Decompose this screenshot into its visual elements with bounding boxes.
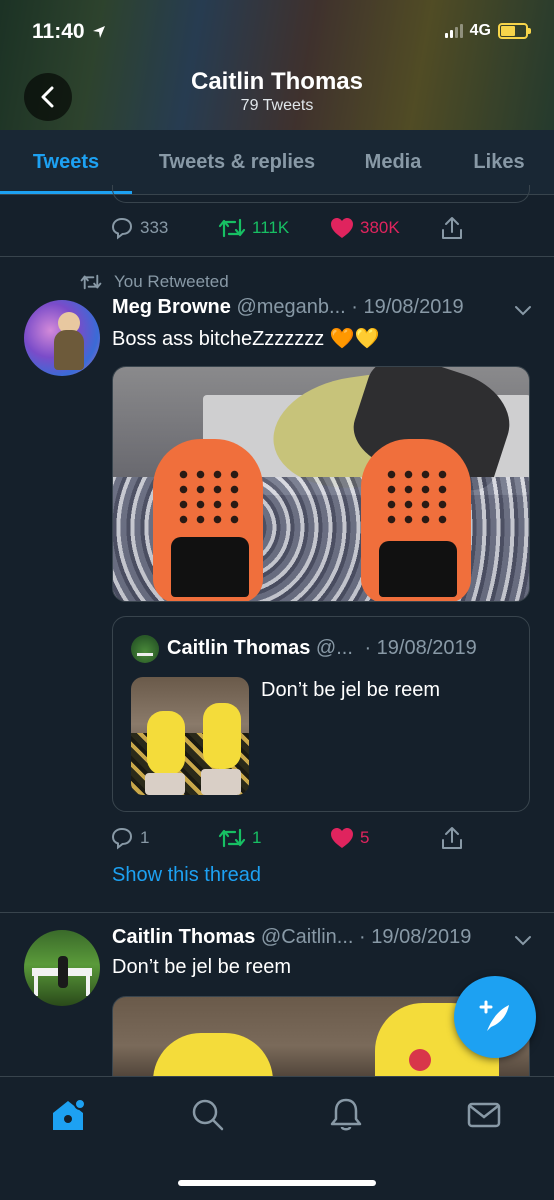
tweet-date: · 19/08/2019: [359, 926, 472, 948]
like-count: 380K: [360, 218, 400, 237]
chevron-down-icon[interactable]: [514, 304, 532, 316]
author-name[interactable]: Meg Browne: [112, 296, 231, 318]
nav-home[interactable]: [48, 1095, 88, 1135]
retweet-context: You Retweeted: [80, 272, 229, 292]
quote-header: Caitlin Thomas @... · 19/08/2019: [167, 637, 477, 660]
network-label: 4G: [469, 22, 491, 39]
show-thread-link[interactable]: Show this thread: [112, 864, 261, 887]
tweet-actions: 333 111K 380K: [110, 215, 464, 241]
retweet-count: 111K: [252, 218, 290, 237]
tweet-header: Meg Browne @meganb... · 19/08/2019: [112, 296, 464, 319]
reply-icon: [111, 827, 133, 850]
reply-icon: [111, 217, 133, 240]
share-button[interactable]: [440, 215, 464, 241]
reply-button[interactable]: 1: [110, 826, 218, 850]
nav-search[interactable]: [188, 1095, 228, 1135]
reply-button[interactable]: 333: [110, 216, 218, 240]
status-indicators: 4G: [444, 22, 531, 40]
quoted-tweet[interactable]: Caitlin Thomas @... · 19/08/2019 Don’t b…: [112, 616, 530, 812]
avatar[interactable]: [24, 930, 100, 1006]
previous-card-edge: [112, 185, 530, 203]
like-button[interactable]: 380K: [330, 217, 440, 239]
author-handle: @meganb...: [236, 296, 346, 318]
nav-messages[interactable]: [464, 1095, 504, 1135]
quote-author-handle: @...: [315, 637, 353, 659]
retweet-button[interactable]: 1: [218, 827, 330, 849]
search-icon: [192, 1099, 224, 1131]
tweet-count: 79 Tweets: [240, 97, 314, 114]
tweet-divider: [0, 912, 554, 913]
quote-date: · 19/08/2019: [364, 637, 477, 659]
share-button[interactable]: [440, 825, 464, 851]
quote-avatar: [131, 635, 159, 663]
tweet-text: Boss ass bitcheZzzzzzz 🧡💛: [112, 328, 380, 350]
quote-author-name: Caitlin Thomas: [167, 637, 311, 659]
heart-icon: [331, 828, 353, 848]
reply-count: 333: [140, 218, 169, 237]
author-handle: @Caitlin...: [260, 926, 354, 948]
compose-icon: [479, 1000, 509, 1031]
compose-button[interactable]: [454, 976, 536, 1058]
retweet-icon: [218, 828, 246, 848]
share-icon: [442, 217, 462, 239]
home-icon: [53, 1098, 86, 1130]
battery-icon: [498, 23, 531, 39]
chevron-down-icon[interactable]: [514, 934, 532, 946]
like-button[interactable]: 5: [330, 827, 440, 849]
tweet-actions: 1 1 5: [110, 825, 464, 851]
reply-count: 1: [140, 828, 150, 847]
retweet-label: You Retweeted: [114, 272, 229, 291]
signal-icon: [444, 24, 463, 38]
retweet-icon: [80, 274, 102, 290]
tweet-divider: [0, 256, 554, 257]
retweet-count: 1: [252, 828, 262, 847]
author-name[interactable]: Caitlin Thomas: [112, 926, 255, 948]
retweet-button[interactable]: 111K: [218, 217, 330, 239]
tweet-text: Don’t be jel be reem: [112, 956, 291, 978]
location-arrow-icon: [93, 26, 106, 39]
profile-header: 11:40 4G Caitlin Thomas 79 Tweets: [0, 0, 554, 130]
tweet-image[interactable]: [112, 366, 530, 602]
quote-image: [131, 677, 249, 795]
heart-icon: [331, 218, 353, 238]
page-title: Caitlin Thomas: [190, 68, 364, 95]
avatar[interactable]: [24, 300, 100, 376]
tweet-header: Caitlin Thomas @Caitlin... · 19/08/2019: [112, 926, 471, 949]
home-indicator: [178, 1180, 376, 1186]
mail-icon: [467, 1102, 501, 1128]
share-icon: [442, 827, 462, 849]
tweet-date: · 19/08/2019: [351, 296, 464, 318]
nav-notifications[interactable]: [326, 1095, 366, 1135]
status-time: 11:40: [32, 20, 106, 44]
like-count: 5: [360, 828, 370, 847]
bell-icon: [330, 1098, 362, 1131]
retweet-icon: [218, 218, 246, 238]
quote-text: Don’t be jel be reem: [261, 679, 440, 701]
